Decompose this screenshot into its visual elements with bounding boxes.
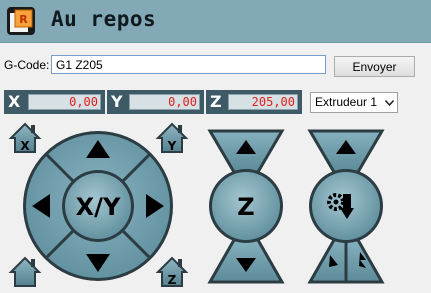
home-z-button[interactable]: Z: [155, 256, 189, 287]
extruder-jog-column: [307, 129, 385, 284]
xy-jog-pad: X/Y: [23, 131, 173, 281]
extrude-down-right-button[interactable]: [344, 238, 385, 284]
z-jog-column: Z: [207, 129, 285, 284]
home-y-button[interactable]: Y: [155, 122, 189, 153]
xy-home-button-label[interactable]: X/Y: [76, 193, 121, 221]
z-home-button-label[interactable]: Z: [237, 193, 254, 221]
extrude-down-left-button[interactable]: [307, 238, 348, 284]
home-x-button[interactable]: X: [8, 122, 42, 153]
home-y-label: Y: [167, 139, 177, 153]
home-all-button[interactable]: [8, 256, 42, 287]
home-z-label: Z: [168, 273, 177, 287]
jog-controls: X/Y X Y Z Z: [8, 122, 385, 287]
home-x-label: X: [20, 139, 30, 153]
